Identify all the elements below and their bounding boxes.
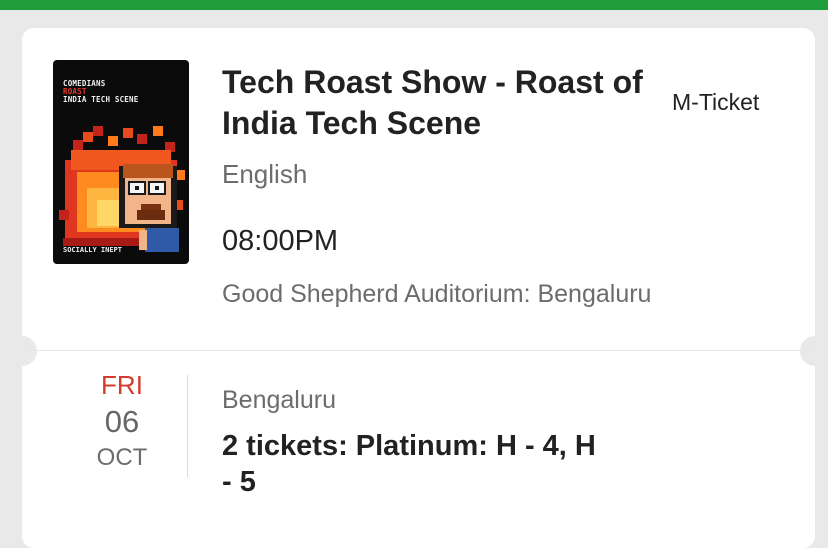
ticket-divider [22, 350, 815, 351]
poster-headline: COMEDIANS ROAST INDIA TECH SCENE [63, 80, 138, 104]
date-month: OCT [96, 444, 148, 471]
date-day: FRI [101, 370, 143, 400]
ticket-notch-left [7, 336, 37, 366]
poster-line-3: INDIA TECH SCENE [63, 95, 139, 104]
event-language: English [222, 159, 308, 189]
ticket-card[interactable]: COMEDIANS ROAST INDIA TECH SCENE SOCIALL… [7, 28, 828, 548]
ticket-type-label: M-Ticket [672, 89, 760, 115]
event-time: 08:00PM [222, 225, 339, 257]
date-number: 06 [104, 404, 140, 439]
ticket-notch-right [800, 336, 828, 366]
event-venue: Good Shepherd Auditorium: Bengaluru [222, 280, 652, 308]
event-poster: COMEDIANS ROAST INDIA TECH SCENE SOCIALL… [53, 60, 189, 264]
booking-city: Bengaluru [222, 386, 336, 414]
top-bar [0, 0, 828, 10]
date-separator [187, 375, 188, 477]
poster-brand-logo: SOCIALLY INEPT [63, 246, 123, 254]
ticket-seats: 2 tickets: Platinum: H - 4, H - 5 [222, 430, 596, 498]
event-title: Tech Roast Show - Roast of India Tech Sc… [222, 64, 643, 141]
event-date: FRI 06 OCT [62, 368, 182, 474]
